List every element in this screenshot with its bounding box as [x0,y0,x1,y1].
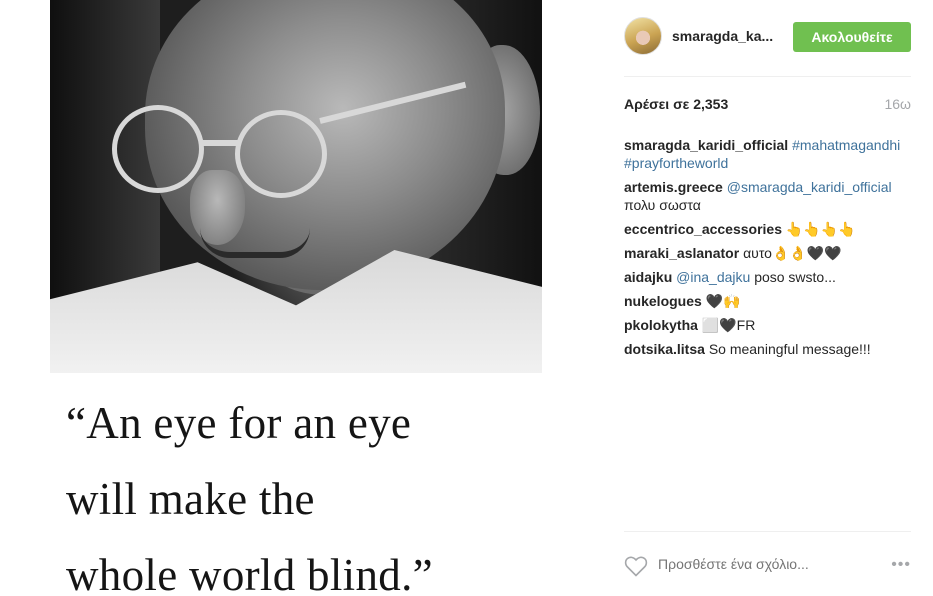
comment-text: πολυ σωστα [624,197,701,213]
comment-item: maraki_aslanator αυτο👌👌🖤🖤 [624,244,914,262]
comment-username[interactable]: maraki_aslanator [624,245,739,261]
quote-line: will make the [66,474,315,524]
hashtag-link[interactable]: #mahatmagandhi [792,137,900,153]
comment-username[interactable]: nukelogues [624,293,702,309]
post-side-panel: smaragda_ka... Ακολουθείτε Αρέσει σε 2,3… [598,0,933,596]
comment-username[interactable]: smaragda_karidi_official [624,137,788,153]
comment-username[interactable]: aidajku [624,269,672,285]
comment-item: smaragda_karidi_official #mahatmagandhi … [624,136,914,172]
likes-row: Αρέσει σε 2,353 16ω [624,96,911,116]
likes-count[interactable]: Αρέσει σε 2,353 [624,96,728,112]
comment-footer: ••• [624,531,911,596]
portrait-image [50,0,542,373]
comment-text: ⬜🖤FR [701,317,756,333]
comment-text: 🖤🙌 [705,293,741,309]
comment-item: nukelogues 🖤🙌 [624,292,914,310]
comment-username[interactable]: dotsika.litsa [624,341,705,357]
mention-link[interactable]: @ina_dajku [676,269,750,285]
comment-item: eccentrico_accessories 👆👆👆👆 [624,220,914,238]
comment-username[interactable]: pkolokytha [624,317,698,333]
comment-item: pkolokytha ⬜🖤FR [624,316,914,334]
comment-text: So meaningful message!!! [708,341,871,357]
post-header: smaragda_ka... Ακολουθείτε [624,0,911,77]
avatar[interactable] [624,17,662,55]
mention-link[interactable]: @smaragda_karidi_official [727,179,892,195]
post-age[interactable]: 16ω [884,96,911,112]
heart-outline-icon[interactable] [624,555,648,577]
comment-text: αυτο👌👌🖤🖤 [743,245,842,261]
following-button[interactable]: Ακολουθείτε [793,22,911,52]
post-photo[interactable]: “An eye for an eye will make the whole w… [0,0,598,596]
comments-list: smaragda_karidi_official #mahatmagandhi … [624,136,914,364]
comment-item: aidajku @ina_dajku poso swsto... [624,268,914,286]
comment-username[interactable]: artemis.greece [624,179,723,195]
comment-item: artemis.greece @smaragda_karidi_official… [624,178,914,214]
comment-item: dotsika.litsa So meaningful message!!! [624,340,914,358]
hashtag-link[interactable]: #prayfortheworld [624,155,728,171]
quote-line: whole world blind.” [66,550,433,596]
more-options-icon[interactable]: ••• [891,556,911,574]
comment-input[interactable] [658,556,858,572]
quote-line: “An eye for an eye [66,398,412,448]
quote-text: “An eye for an eye will make the whole w… [66,385,586,596]
comment-username[interactable]: eccentrico_accessories [624,221,782,237]
username-link[interactable]: smaragda_ka... [672,28,782,44]
comment-text: poso swsto... [754,269,836,285]
comment-text: 👆👆👆👆 [785,221,856,237]
